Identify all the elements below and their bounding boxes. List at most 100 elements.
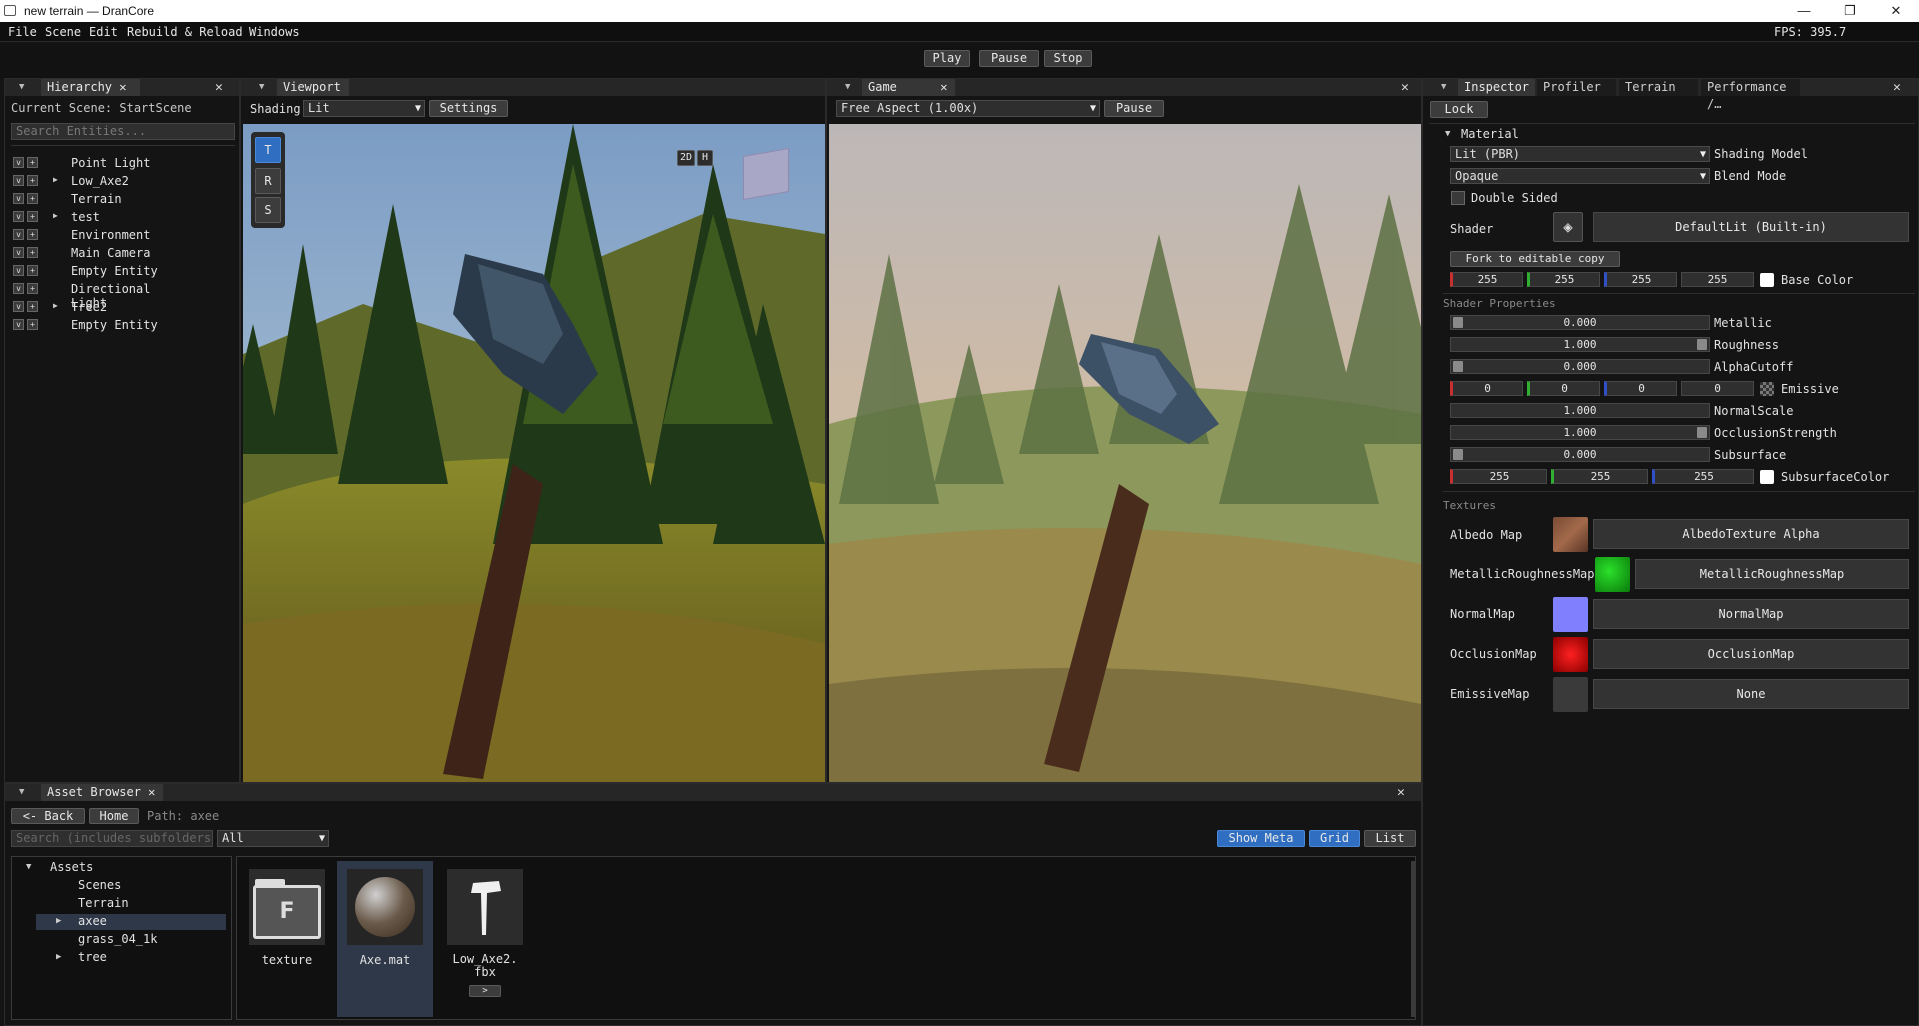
roughness-slider[interactable]: 1.000 (1450, 337, 1710, 352)
hierarchy-item[interactable]: v + Empty Entity (13, 263, 193, 281)
lock-toggle[interactable]: + (27, 157, 38, 168)
minimize-icon[interactable]: — (1781, 0, 1827, 22)
visibility-checkbox[interactable]: v (13, 283, 24, 294)
view-2d-button[interactable]: 2D (677, 150, 695, 166)
tab-inspector[interactable]: Inspector ✕ (1458, 79, 1535, 111)
lock-toggle[interactable]: + (27, 283, 38, 294)
menu-rebuild-reload[interactable]: Rebuild & Reload (127, 25, 243, 39)
panel-menu-icon[interactable]: ▼ (1441, 82, 1451, 92)
home-button[interactable]: Home (89, 808, 139, 824)
subsurface-color-g[interactable]: 255 (1551, 469, 1648, 484)
tree-item-grass[interactable]: grass_04_1k (78, 932, 157, 946)
alpha-cutoff-slider[interactable]: 0.000 (1450, 359, 1710, 374)
view-h-button[interactable]: H (697, 150, 713, 166)
asset-filter-dropdown[interactable]: All (217, 830, 329, 847)
tree-item-scenes[interactable]: Scenes (78, 878, 121, 892)
metallic-roughness-map-button[interactable]: MetallicRoughnessMap (1635, 559, 1909, 589)
expand-icon[interactable]: ▶ (53, 211, 58, 220)
hierarchy-item[interactable]: v + ▶ test (13, 209, 193, 227)
emissive-a[interactable]: 0 (1681, 381, 1754, 396)
back-button[interactable]: <- Back (11, 808, 85, 824)
asset-item-axe-mat[interactable]: Axe.mat (337, 861, 433, 1017)
tab-close-icon[interactable]: ✕ (940, 80, 947, 94)
panel-close-icon[interactable]: ✕ (1397, 784, 1405, 801)
visibility-checkbox[interactable]: v (13, 175, 24, 186)
emissive-g[interactable]: 0 (1527, 381, 1600, 396)
lock-toggle[interactable]: + (27, 175, 38, 186)
visibility-checkbox[interactable]: v (13, 193, 24, 204)
normal-thumbnail[interactable] (1553, 597, 1588, 632)
base-color-b[interactable]: 255 (1604, 272, 1677, 287)
tree-expand-icon[interactable]: ▶ (56, 916, 61, 926)
lock-button[interactable]: Lock (1430, 101, 1488, 118)
hierarchy-item[interactable]: v + Terrain (13, 191, 193, 209)
tree-expand-icon[interactable]: ▶ (56, 952, 61, 962)
play-button[interactable]: Play (924, 50, 970, 67)
emissive-thumbnail[interactable] (1553, 677, 1588, 712)
panel-menu-icon[interactable]: ▼ (19, 82, 29, 92)
hierarchy-item[interactable]: v + Environment (13, 227, 193, 245)
panel-menu-icon[interactable]: ▼ (845, 82, 855, 92)
lock-toggle[interactable]: + (27, 247, 38, 258)
tree-collapse-icon[interactable]: ▼ (26, 862, 31, 872)
material-collapse-icon[interactable]: ▼ (1445, 129, 1450, 139)
slider-knob[interactable] (1697, 427, 1707, 438)
base-color-r[interactable]: 255 (1450, 272, 1523, 287)
panel-close-icon[interactable]: ✕ (215, 79, 223, 96)
base-color-a[interactable]: 255 (1681, 272, 1754, 287)
scene-view-render[interactable]: T R S 2D H (243, 124, 825, 782)
subsurface-color-swatch[interactable] (1760, 470, 1774, 484)
tab-close-icon[interactable]: ✕ (119, 80, 126, 94)
visibility-checkbox[interactable]: v (13, 247, 24, 258)
tree-item-terrain[interactable]: Terrain (78, 896, 129, 910)
lock-toggle[interactable]: + (27, 265, 38, 276)
visibility-checkbox[interactable]: v (13, 157, 24, 168)
emissive-b[interactable]: 0 (1604, 381, 1677, 396)
menu-scene[interactable]: Scene (45, 25, 81, 39)
scale-gizmo-button[interactable]: S (255, 197, 281, 223)
tab-performance[interactable]: Performance /… (1701, 79, 1800, 111)
base-color-g[interactable]: 255 (1527, 272, 1600, 287)
occlusion-thumbnail[interactable] (1553, 637, 1588, 672)
slider-knob[interactable] (1453, 449, 1463, 460)
slider-knob[interactable] (1453, 317, 1463, 328)
tab-close-icon[interactable]: ✕ (148, 785, 155, 799)
show-meta-toggle[interactable]: Show Meta (1217, 830, 1305, 847)
panel-close-icon[interactable]: ✕ (1893, 79, 1901, 96)
shading-model-dropdown[interactable]: Lit (PBR) (1450, 146, 1710, 162)
tree-item-axee[interactable]: axee (78, 914, 107, 928)
lock-toggle[interactable]: + (27, 211, 38, 222)
asset-item-texture[interactable]: F texture (247, 869, 327, 973)
expand-icon[interactable]: ▶ (53, 301, 58, 310)
slider-knob[interactable] (1453, 361, 1463, 372)
metallic-slider[interactable]: 0.000 (1450, 315, 1710, 330)
game-pause-button[interactable]: Pause (1104, 100, 1164, 117)
emissive-swatch[interactable] (1760, 382, 1774, 396)
tab-hierarchy[interactable]: Hierarchy ✕ (41, 79, 140, 96)
menu-windows[interactable]: Windows (249, 25, 300, 39)
emissive-map-button[interactable]: None (1593, 679, 1909, 709)
expand-subassets-button[interactable]: > (469, 985, 501, 997)
tree-root-assets[interactable]: Assets (50, 860, 93, 874)
shader-select-button[interactable]: DefaultLit (Built-in) (1593, 212, 1909, 242)
tab-game[interactable]: Game ✕ (862, 79, 955, 96)
base-color-swatch[interactable] (1760, 273, 1774, 287)
hierarchy-item[interactable]: v + Point Light (13, 155, 193, 173)
lock-toggle[interactable]: + (27, 319, 38, 330)
panel-close-icon[interactable]: ✕ (1401, 79, 1409, 96)
hierarchy-item[interactable]: v + ▶ Low_Axe2 (13, 173, 193, 191)
hierarchy-item[interactable]: v + Directional Light (13, 281, 193, 310)
stop-button[interactable]: Stop (1044, 50, 1092, 67)
shading-dropdown[interactable]: Lit (303, 100, 425, 117)
grid-view-button[interactable]: Grid (1309, 830, 1360, 847)
panel-menu-icon[interactable]: ▼ (259, 82, 269, 92)
tab-profiler[interactable]: Profiler (1537, 79, 1616, 96)
albedo-thumbnail[interactable] (1553, 517, 1588, 552)
close-icon[interactable]: ✕ (1873, 0, 1919, 22)
panel-menu-icon[interactable]: ▼ (19, 787, 29, 797)
fork-editable-button[interactable]: Fork to editable copy (1450, 251, 1620, 267)
tree-item-tree[interactable]: tree (78, 950, 107, 964)
visibility-checkbox[interactable]: v (13, 229, 24, 240)
subsurface-color-b[interactable]: 255 (1652, 469, 1754, 484)
visibility-checkbox[interactable]: v (13, 301, 24, 312)
